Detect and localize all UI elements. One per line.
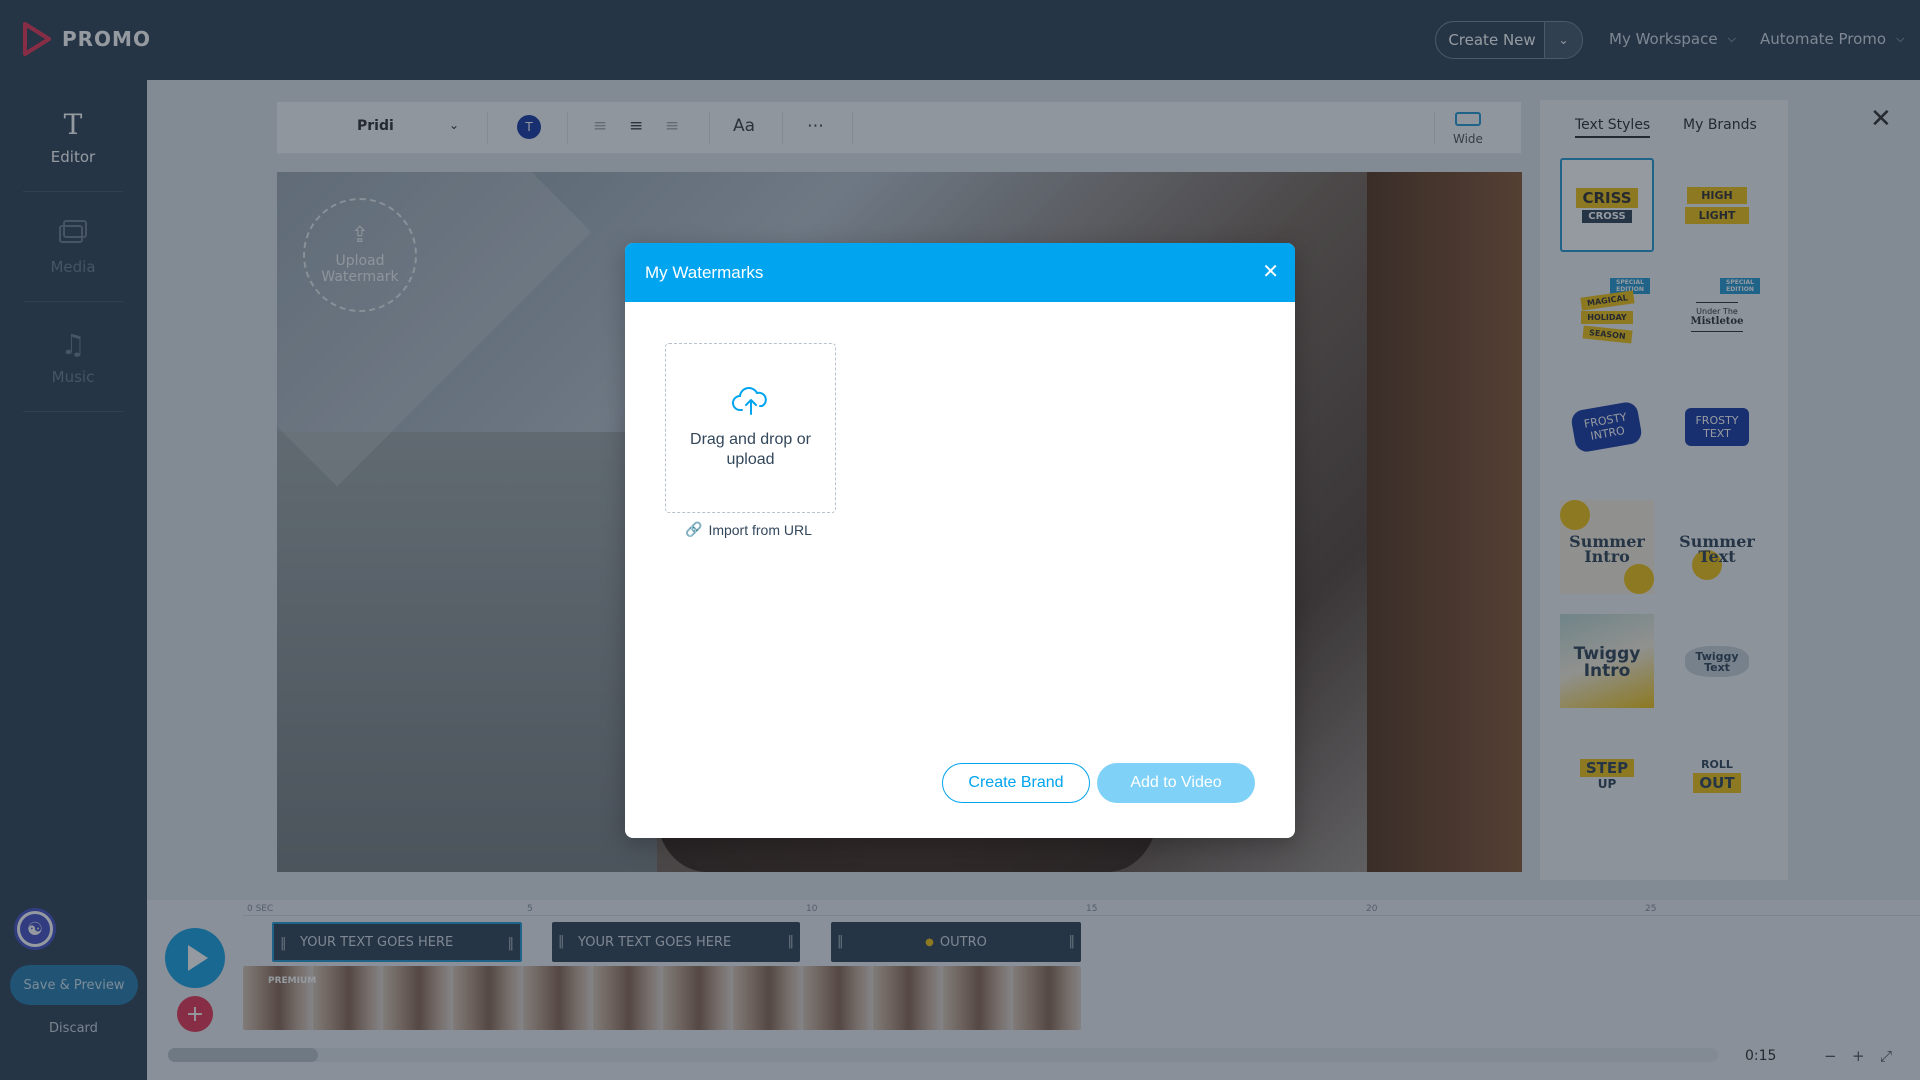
link-icon: 🔗: [685, 521, 703, 537]
cloud-upload-icon: [731, 386, 770, 420]
my-watermarks-dialog: My Watermarks ✕ Drag and drop or upload …: [625, 243, 1295, 838]
close-icon[interactable]: ✕: [1262, 259, 1279, 283]
dialog-header: My Watermarks ✕: [625, 243, 1295, 302]
import-from-url-label: Import from URL: [708, 521, 812, 538]
watermark-dropzone[interactable]: Drag and drop or upload: [665, 343, 836, 513]
dialog-title: My Watermarks: [645, 262, 764, 282]
import-from-url-link[interactable]: 🔗 Import from URL: [685, 521, 812, 538]
create-brand-button[interactable]: Create Brand: [942, 763, 1090, 803]
add-to-video-button[interactable]: Add to Video: [1097, 763, 1255, 803]
dropzone-label: Drag and drop or upload: [690, 431, 811, 468]
